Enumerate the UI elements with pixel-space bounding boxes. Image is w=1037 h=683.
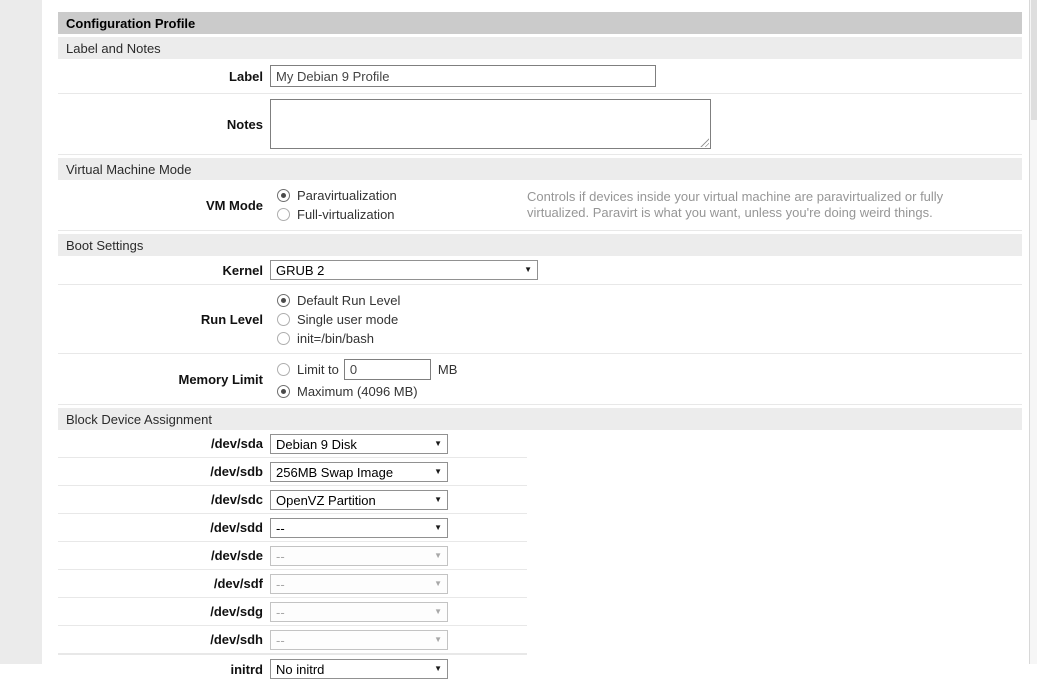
dropdown-arrow-icon: ▼ xyxy=(434,468,442,476)
radio-limit-to[interactable] xyxy=(277,363,290,376)
select-dev-sde[interactable]: -- ▼ xyxy=(270,546,448,566)
memory-limit-option-maximum[interactable]: Maximum (4096 MB) xyxy=(270,381,1022,401)
select-dev-sdc[interactable]: OpenVZ Partition ▼ xyxy=(270,490,448,510)
select-dev-sdf[interactable]: -- ▼ xyxy=(270,574,448,594)
vm-mode-help-text: Controls if devices inside your virtual … xyxy=(527,189,1007,221)
radio-label[interactable]: Full-virtualization xyxy=(297,207,395,222)
select-dev-sdd[interactable]: -- ▼ xyxy=(270,518,448,538)
select-value: OpenVZ Partition xyxy=(276,493,376,508)
left-gutter xyxy=(0,0,42,664)
block-device-row-sdf: /dev/sdf -- ▼ xyxy=(58,570,527,598)
page-title: Configuration Profile xyxy=(58,12,1022,34)
run-level-option-init-bin-bash[interactable]: init=/bin/bash xyxy=(270,329,1022,348)
section-header-label-and-notes: Label and Notes xyxy=(58,37,1022,59)
label-field-label: Label xyxy=(58,59,270,93)
radio-full-virtualization[interactable] xyxy=(277,208,290,221)
run-level-row: Run Level Default Run Level Single user … xyxy=(58,285,1022,354)
device-label: /dev/sda xyxy=(58,430,270,457)
kernel-label: Kernel xyxy=(58,256,270,284)
vm-mode-label: VM Mode xyxy=(58,180,270,230)
section-header-boot-settings: Boot Settings xyxy=(58,234,1022,256)
device-label: /dev/sdg xyxy=(58,598,270,625)
section-header-block-device-assignment: Block Device Assignment xyxy=(58,408,1022,430)
select-value: -- xyxy=(276,633,285,648)
select-value: -- xyxy=(276,521,285,536)
radio-init-bin-bash[interactable] xyxy=(277,332,290,345)
radio-default-run-level[interactable] xyxy=(277,294,290,307)
select-value: 256MB Swap Image xyxy=(276,465,393,480)
dropdown-arrow-icon: ▼ xyxy=(434,496,442,504)
configuration-profile-form: Configuration Profile Label and Notes La… xyxy=(58,12,1022,683)
run-level-option-single-user[interactable]: Single user mode xyxy=(270,310,1022,329)
device-label: /dev/sdh xyxy=(58,626,270,653)
kernel-select-value: GRUB 2 xyxy=(276,263,324,278)
memory-limit-input[interactable] xyxy=(344,359,431,380)
dropdown-arrow-icon: ▼ xyxy=(434,440,442,448)
block-device-row-sdg: /dev/sdg -- ▼ xyxy=(58,598,527,626)
device-label: /dev/sde xyxy=(58,542,270,569)
kernel-row: Kernel GRUB 2 ▼ xyxy=(58,256,1022,285)
scrollbar-thumb[interactable] xyxy=(1031,0,1037,120)
device-label: /dev/sdc xyxy=(58,486,270,513)
notes-textarea[interactable] xyxy=(270,99,711,149)
memory-limit-row: Memory Limit Limit to MB Maximum (4096 M… xyxy=(58,354,1022,405)
select-initrd[interactable]: No initrd ▼ xyxy=(270,659,448,679)
block-device-row-sde: /dev/sde -- ▼ xyxy=(58,542,527,570)
device-label: /dev/sdb xyxy=(58,458,270,485)
select-dev-sdb[interactable]: 256MB Swap Image ▼ xyxy=(270,462,448,482)
device-label: /dev/sdf xyxy=(58,570,270,597)
vertical-scrollbar[interactable] xyxy=(1029,0,1037,664)
select-value: Debian 9 Disk xyxy=(276,437,357,452)
dropdown-arrow-icon: ▼ xyxy=(434,608,442,616)
kernel-select[interactable]: GRUB 2 ▼ xyxy=(270,260,538,280)
notes-field-label: Notes xyxy=(58,94,270,154)
select-dev-sda[interactable]: Debian 9 Disk ▼ xyxy=(270,434,448,454)
memory-limit-label: Memory Limit xyxy=(58,354,270,404)
select-value: -- xyxy=(276,549,285,564)
run-level-label: Run Level xyxy=(58,285,270,353)
run-level-option-default[interactable]: Default Run Level xyxy=(270,291,1022,310)
device-label: initrd xyxy=(58,655,270,683)
section-header-vm-mode: Virtual Machine Mode xyxy=(58,158,1022,180)
vm-mode-option-paravirtualization[interactable]: Paravirtualization xyxy=(270,186,527,205)
block-device-row-sdh: /dev/sdh -- ▼ xyxy=(58,626,527,654)
dropdown-arrow-icon: ▼ xyxy=(434,580,442,588)
radio-label[interactable]: init=/bin/bash xyxy=(297,331,374,346)
block-device-row-sdc: /dev/sdc OpenVZ Partition ▼ xyxy=(58,486,527,514)
radio-maximum[interactable] xyxy=(277,385,290,398)
block-device-row-initrd: initrd No initrd ▼ xyxy=(58,655,527,683)
vm-mode-row: VM Mode Paravirtualization Full-virtuali… xyxy=(58,180,1022,231)
radio-label[interactable]: Limit to xyxy=(297,362,339,377)
notes-row: Notes xyxy=(58,94,1022,155)
memory-limit-option-limit-to[interactable]: Limit to MB xyxy=(270,357,1022,381)
select-value: -- xyxy=(276,577,285,592)
device-label: /dev/sdd xyxy=(58,514,270,541)
select-value: -- xyxy=(276,605,285,620)
select-dev-sdh[interactable]: -- ▼ xyxy=(270,630,448,650)
memory-limit-unit: MB xyxy=(438,362,458,377)
radio-label[interactable]: Paravirtualization xyxy=(297,188,397,203)
block-device-row-sda: /dev/sda Debian 9 Disk ▼ xyxy=(58,430,527,458)
block-device-row-sdb: /dev/sdb 256MB Swap Image ▼ xyxy=(58,458,527,486)
radio-label[interactable]: Single user mode xyxy=(297,312,398,327)
dropdown-arrow-icon: ▼ xyxy=(434,524,442,532)
dropdown-arrow-icon: ▼ xyxy=(434,552,442,560)
block-device-row-sdd: /dev/sdd -- ▼ xyxy=(58,514,527,542)
select-dev-sdg[interactable]: -- ▼ xyxy=(270,602,448,622)
label-row: Label xyxy=(58,59,1022,94)
radio-paravirtualization[interactable] xyxy=(277,189,290,202)
dropdown-arrow-icon: ▼ xyxy=(434,665,442,673)
dropdown-arrow-icon: ▼ xyxy=(434,636,442,644)
vm-mode-option-full-virtualization[interactable]: Full-virtualization xyxy=(270,205,527,224)
radio-label[interactable]: Default Run Level xyxy=(297,293,400,308)
radio-single-user-mode[interactable] xyxy=(277,313,290,326)
dropdown-arrow-icon: ▼ xyxy=(524,266,532,274)
label-input[interactable] xyxy=(270,65,656,87)
radio-label[interactable]: Maximum (4096 MB) xyxy=(297,384,418,399)
